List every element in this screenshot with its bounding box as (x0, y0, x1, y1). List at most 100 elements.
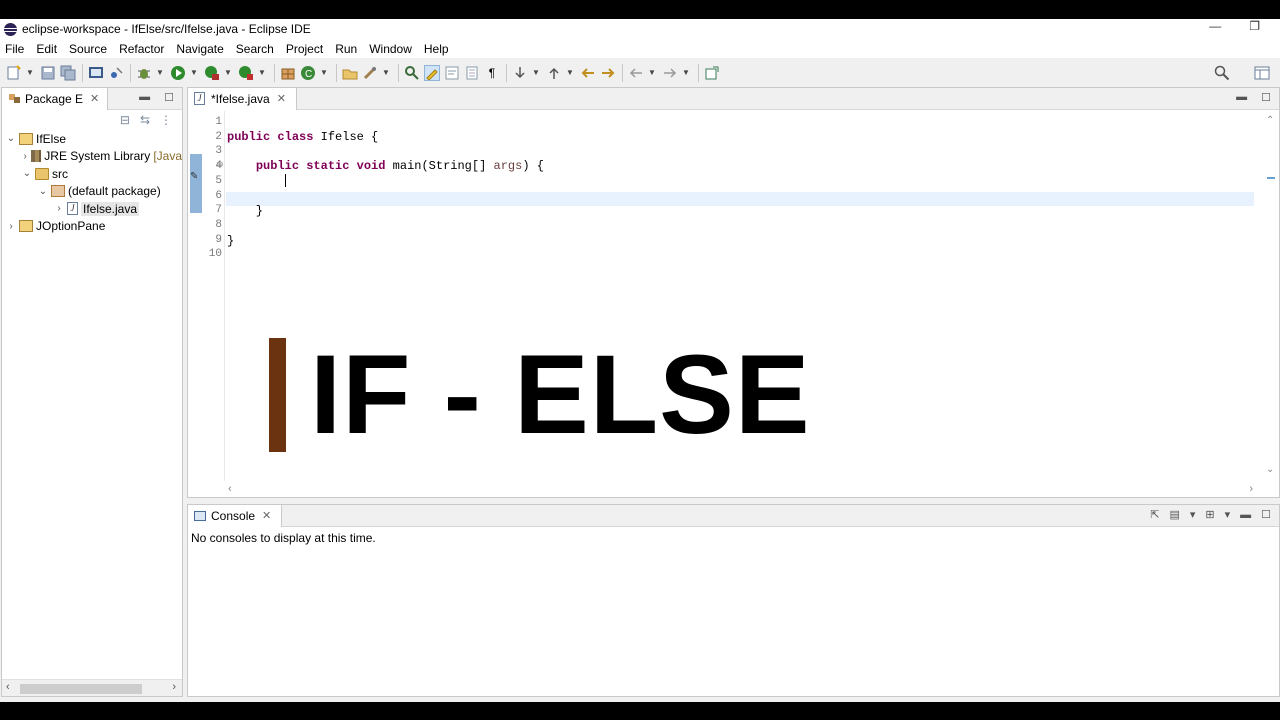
debug-icon[interactable] (136, 65, 152, 81)
minimize-view-button[interactable]: ▬ (1240, 509, 1251, 521)
display-console-icon[interactable]: ▤ (1169, 508, 1179, 521)
close-icon[interactable]: ✕ (90, 92, 99, 105)
chevron-down-icon[interactable]: ▼ (532, 65, 540, 81)
external-tools-icon[interactable] (238, 65, 254, 81)
show-whitespace-icon[interactable]: ¶ (484, 65, 500, 81)
console-controls: ⇱ ▤ ▾ ⊞ ▾ ▬ ☐ (1150, 508, 1271, 522)
scroll-down-icon[interactable]: ⌄ (1266, 464, 1274, 475)
menu-project[interactable]: Project (286, 42, 323, 56)
tree-node-ifelse-project[interactable]: ⌄ IfElse (2, 130, 182, 148)
menu-help[interactable]: Help (424, 42, 449, 56)
chevron-down-icon[interactable]: ▼ (156, 65, 164, 81)
expand-icon[interactable]: ⌄ (5, 133, 17, 144)
scrollbar-thumb[interactable] (20, 684, 142, 694)
expand-icon[interactable]: ⌄ (37, 186, 49, 197)
minimize-view-button[interactable]: ▬ (139, 91, 150, 104)
console-header: Console ✕ ⇱ ▤ ▾ ⊞ ▾ ▬ ☐ (188, 504, 1279, 527)
horizontal-scrollbar[interactable]: ‹ › (2, 679, 182, 696)
expand-icon[interactable]: › (53, 203, 65, 214)
tree-node-src[interactable]: ⌄ src (2, 165, 182, 183)
menu-file[interactable]: File (5, 42, 24, 56)
tree-node-jre-library[interactable]: › JRE System Library [Java (2, 148, 182, 166)
toggle-breadcrumb-icon[interactable] (404, 65, 420, 81)
editor-horizontal-scrollbar[interactable]: ‹ › (224, 483, 1279, 497)
chevron-down-icon[interactable]: ▼ (224, 65, 232, 81)
maximize-view-button[interactable]: ☐ (164, 91, 174, 104)
last-edit-location-icon[interactable] (580, 65, 596, 81)
maximize-view-button[interactable]: ☐ (1261, 508, 1271, 521)
pin-console-icon[interactable]: ⇱ (1150, 508, 1159, 521)
scroll-right-icon[interactable]: › (1249, 483, 1253, 495)
line-number: 3 (215, 145, 222, 158)
expand-icon[interactable]: › (5, 221, 17, 232)
menu-run[interactable]: Run (335, 42, 357, 56)
search-tool-icon[interactable] (362, 65, 378, 81)
open-console-icon[interactable]: ⊞ (1205, 508, 1214, 521)
minimize-button[interactable]: — (1209, 19, 1221, 33)
save-icon[interactable] (40, 65, 56, 81)
chevron-down-icon[interactable]: ▼ (648, 65, 656, 81)
editor-vertical-scrollbar[interactable]: ⌃ ⌄ (1263, 115, 1277, 475)
keyword: public (255, 159, 300, 174)
block-selection-icon[interactable] (464, 65, 480, 81)
new-java-package-icon[interactable] (280, 65, 296, 81)
minimize-editor-button[interactable]: ▬ (1236, 91, 1247, 104)
chevron-down-icon[interactable]: ▼ (258, 65, 266, 81)
last-edit-forward-icon[interactable] (600, 65, 616, 81)
expand-icon[interactable]: › (21, 151, 29, 162)
tree-node-joptionpane-project[interactable]: › JOptionPane (2, 218, 182, 236)
chevron-down-icon[interactable]: ▼ (566, 65, 574, 81)
pin-editor-icon[interactable] (704, 65, 720, 81)
tab-ifelse-java[interactable]: J *Ifelse.java ✕ (188, 87, 297, 110)
terminal-icon[interactable] (88, 65, 104, 81)
link-with-editor-icon[interactable]: ⇆ (140, 113, 150, 127)
fold-collapse-icon[interactable]: ⊖ (216, 159, 224, 170)
forward-icon[interactable] (662, 65, 678, 81)
restore-button[interactable]: ❐ (1249, 19, 1260, 33)
tree-node-ifelse-java[interactable]: › J Ifelse.java (2, 200, 182, 218)
chevron-down-icon[interactable]: ▼ (190, 65, 198, 81)
chevron-down-icon[interactable]: ▼ (682, 65, 690, 81)
menu-navigate[interactable]: Navigate (176, 42, 223, 56)
overview-marker[interactable] (1267, 177, 1275, 179)
chevron-down-icon[interactable]: ▼ (26, 65, 34, 81)
next-annotation-icon[interactable] (512, 65, 528, 81)
maximize-editor-button[interactable]: ☐ (1261, 91, 1271, 104)
open-perspective-icon[interactable] (1254, 65, 1270, 81)
chevron-down-icon[interactable]: ▼ (320, 65, 328, 81)
view-menu-icon[interactable]: ⋮ (160, 113, 172, 127)
menu-source[interactable]: Source (69, 42, 107, 56)
chevron-down-icon[interactable]: ▼ (382, 65, 390, 81)
close-icon[interactable]: ✕ (262, 509, 271, 522)
expand-icon[interactable]: ⌄ (21, 168, 33, 179)
menu-search[interactable]: Search (236, 42, 274, 56)
tab-console[interactable]: Console ✕ (188, 504, 283, 527)
source-code[interactable]: public class Ifelse { public static void… (227, 115, 544, 263)
back-icon[interactable] (628, 65, 644, 81)
new-icon[interactable] (6, 65, 22, 81)
scroll-up-icon[interactable]: ⌃ (1266, 115, 1274, 126)
menu-edit[interactable]: Edit (36, 42, 57, 56)
tab-package-explorer[interactable]: Package E ✕ (2, 87, 109, 110)
mark-occurrences-icon[interactable] (424, 65, 440, 81)
chevron-down-icon[interactable]: ▾ (1225, 508, 1231, 521)
tree-node-default-package[interactable]: ⌄ (default package) (2, 183, 182, 201)
gutter-divider (224, 111, 225, 481)
chevron-down-icon[interactable]: ▾ (1190, 508, 1196, 521)
scroll-left-icon[interactable]: ‹ (6, 681, 10, 693)
skip-breakpoints-icon[interactable] (108, 65, 124, 81)
open-type-icon[interactable] (342, 65, 358, 81)
word-wrap-icon[interactable] (444, 65, 460, 81)
scroll-left-icon[interactable]: ‹ (228, 483, 232, 495)
menu-window[interactable]: Window (369, 42, 412, 56)
search-icon[interactable] (1214, 65, 1230, 81)
save-all-icon[interactable] (60, 65, 76, 81)
collapse-all-icon[interactable]: ⊟ (120, 113, 130, 127)
run-icon[interactable] (170, 65, 186, 81)
close-icon[interactable]: ✕ (277, 92, 286, 105)
coverage-icon[interactable] (204, 65, 220, 81)
new-java-class-icon[interactable]: C (300, 65, 316, 81)
scroll-right-icon[interactable]: › (172, 681, 176, 693)
menu-refactor[interactable]: Refactor (119, 42, 164, 56)
previous-annotation-icon[interactable] (546, 65, 562, 81)
